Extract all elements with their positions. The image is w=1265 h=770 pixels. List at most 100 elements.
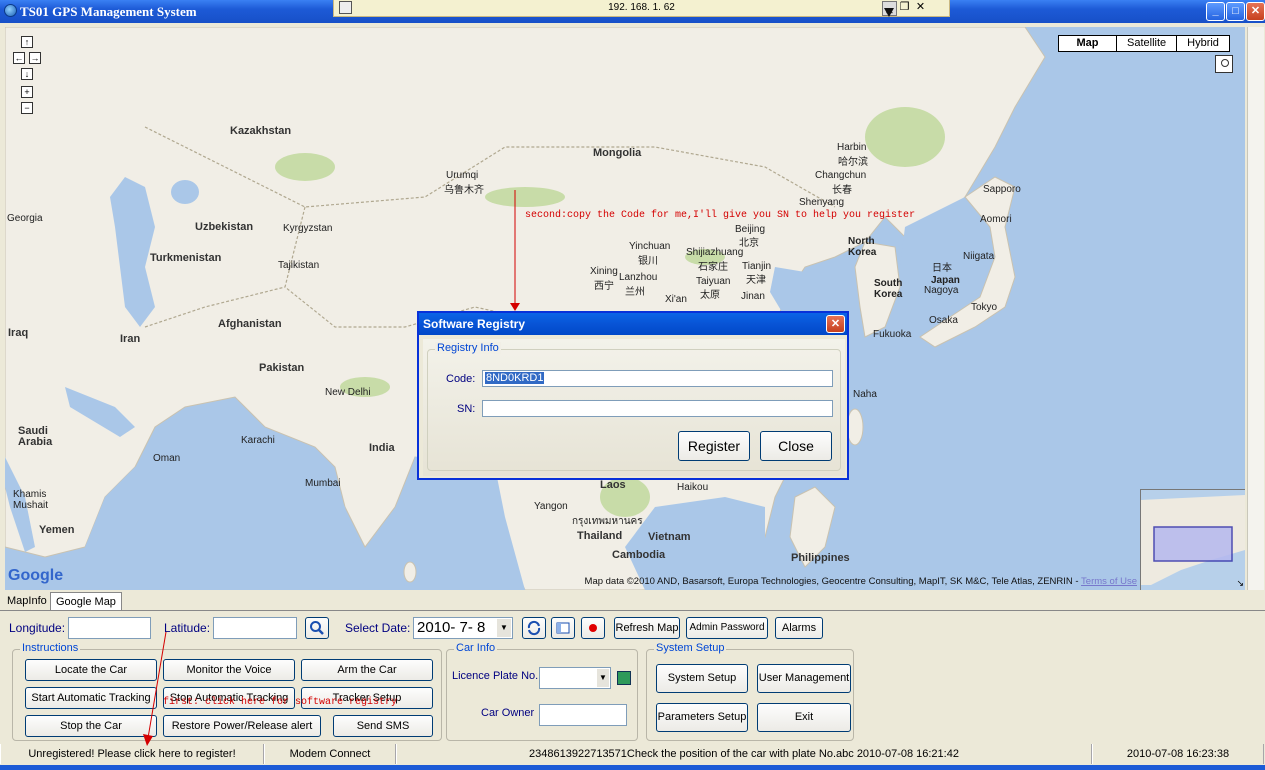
map-label-harbin-cn: 哈尔滨 [838,157,868,168]
map-label-urumqi: Urumqi [446,170,479,181]
map-label-mongolia: Mongolia [593,147,642,159]
remote-restore-button[interactable]: ❐ [898,1,911,14]
maximize-button[interactable]: □ [1226,2,1245,21]
dialog-close-button[interactable]: Close [760,431,832,461]
map-label-yinchuan-cn: 银川 [638,256,658,267]
tab-google-map[interactable]: Google Map [50,592,122,611]
map-label-jinan: Jinan [741,291,765,302]
dialog-body: Registry Info Code: 8ND0KRD1 SN: Registe… [423,339,845,476]
monitor-voice-button[interactable]: Monitor the Voice [163,659,295,681]
date-value: 2010- 7- 8 [417,619,486,636]
close-button[interactable]: ✕ [1246,2,1265,21]
map-scrollbar[interactable] [1247,27,1264,590]
annotation-first-arrow [143,631,167,746]
map-label-georgia: Georgia [7,213,43,224]
alarms-button[interactable]: Alarms [775,617,823,639]
car-owner-label: Car Owner [481,707,535,719]
zoom-out-icon[interactable]: − [21,102,33,114]
map-label-xining-cn: 西宁 [594,281,614,292]
map-label-oman: Oman [153,453,181,464]
longitude-label: Longitude: [9,621,66,635]
registry-info-title: Registry Info [435,342,501,354]
system-setup-group: System Setup System Setup User Managemen… [646,642,854,741]
arm-car-button[interactable]: Arm the Car [301,659,433,681]
map-label-urumqi-cn: 乌鲁木齐 [444,185,484,196]
map-label-south-korea: South Korea [874,278,903,300]
car-owner-input[interactable] [539,704,627,726]
refresh-map-button[interactable]: Refresh Map [614,617,680,639]
minimize-button[interactable]: _ [1206,2,1225,21]
map-label-yemen: Yemen [39,524,75,536]
tab-mapinfo[interactable]: MapInfo [2,592,52,610]
map-label-kazakhstan: Kazakhstan [230,125,292,137]
remote-close-button[interactable]: ✕ [914,1,927,14]
message-status: 2348613922713571Check the position of th… [396,744,1092,764]
map-label-naha: Naha [853,389,877,400]
refresh-icon-button[interactable] [522,617,546,639]
car-icon[interactable] [617,671,631,685]
dialog-title-bar[interactable]: Software Registry ✕ [419,313,847,335]
tab-bar[interactable]: MapInfo Google Map [0,592,400,611]
pan-left-icon[interactable]: ← [13,52,25,64]
latitude-input[interactable] [213,617,297,639]
window-icon-button[interactable] [551,617,575,639]
resize-overview-icon[interactable]: ↘ [1236,578,1244,589]
map-type-selector[interactable]: Map Satellite Hybrid [1058,35,1230,52]
pan-up-icon[interactable]: ↑ [21,36,33,48]
refresh-icon [527,620,541,636]
overview-map[interactable]: ↘ [1140,489,1245,590]
licence-plate-select[interactable]: ▼ [539,667,611,689]
sn-input[interactable] [482,400,833,417]
pan-right-icon[interactable]: → [29,52,41,64]
map-label-xining: Xining [590,266,618,277]
map-label-laos: Laos [600,479,626,491]
record-button[interactable] [581,617,605,639]
exit-button[interactable]: Exit [757,703,851,732]
map-label-bangkok-th: กรุงเทพมหานคร [572,516,643,527]
map-label-shijiazhuang-cn: 石家庄 [698,262,728,273]
send-sms-button[interactable]: Send SMS [333,715,433,737]
zoom-in-icon[interactable]: + [21,86,33,98]
system-setup-button[interactable]: System Setup [656,664,748,693]
instructions-group: Instructions Locate the Car Monitor the … [12,642,442,741]
terms-of-use-link[interactable]: Terms of Use [1081,576,1137,587]
licence-dropdown-icon[interactable]: ▼ [597,669,609,687]
street-view-icon[interactable] [1215,55,1233,73]
register-status[interactable]: Unregistered! Please click here to regis… [0,744,264,764]
map-type-hybrid[interactable]: Hybrid [1176,36,1229,51]
search-button[interactable] [305,617,329,639]
map-type-map[interactable]: Map [1059,36,1116,51]
pan-down-icon[interactable]: ↓ [21,68,33,80]
software-registry-dialog[interactable]: Software Registry ✕ Registry Info Code: … [417,311,849,480]
window-icon [556,622,570,634]
dialog-title: Software Registry [423,317,526,331]
dialog-close-icon[interactable]: ✕ [826,315,845,333]
register-button[interactable]: Register [678,431,750,461]
parameters-setup-button[interactable]: Parameters Setup [656,703,748,732]
map-label-turkmenistan: Turkmenistan [150,252,222,264]
map-land-layer [5,27,1046,590]
map-label-tokyo: Tokyo [971,302,998,313]
map-label-kyrgyzstan: Kyrgyzstan [283,223,333,234]
date-picker[interactable]: 2010- 7- 8 ▼ [413,617,513,639]
map-label-cambodia: Cambodia [612,549,666,561]
map-label-new-delhi: New Delhi [325,387,371,398]
remote-desktop-bar[interactable]: 192. 168. 1. 62 _ ❐ ✕ [333,0,950,17]
map-label-lanzhou: Lanzhou [619,272,658,283]
licence-plate-label: Licence Plate No. [452,670,539,682]
map-label-north-korea: North Korea [848,236,877,258]
date-dropdown-icon[interactable]: ▼ [497,619,511,637]
map-label-xian: Xi'an [665,294,687,305]
window-title: TS01 GPS Management System [20,4,197,19]
google-map[interactable]: Kazakhstan Mongolia Uzbekistan Kyrgyzsta… [5,27,1245,590]
map-label-niigata: Niigata [963,251,995,262]
google-logo: Google [8,567,64,584]
pan-zoom-control[interactable]: ↑ ← → ↓ + − [13,36,51,116]
map-type-satellite[interactable]: Satellite [1116,36,1176,51]
mouse-cursor-icon [884,8,894,17]
user-management-button[interactable]: User Management [757,664,851,693]
code-input[interactable]: 8ND0KRD1 [482,370,833,387]
map-label-iraq: Iraq [8,327,29,339]
admin-password-button[interactable]: Admin Password [686,617,768,639]
restore-power-button[interactable]: Restore Power/Release alert [163,715,321,737]
